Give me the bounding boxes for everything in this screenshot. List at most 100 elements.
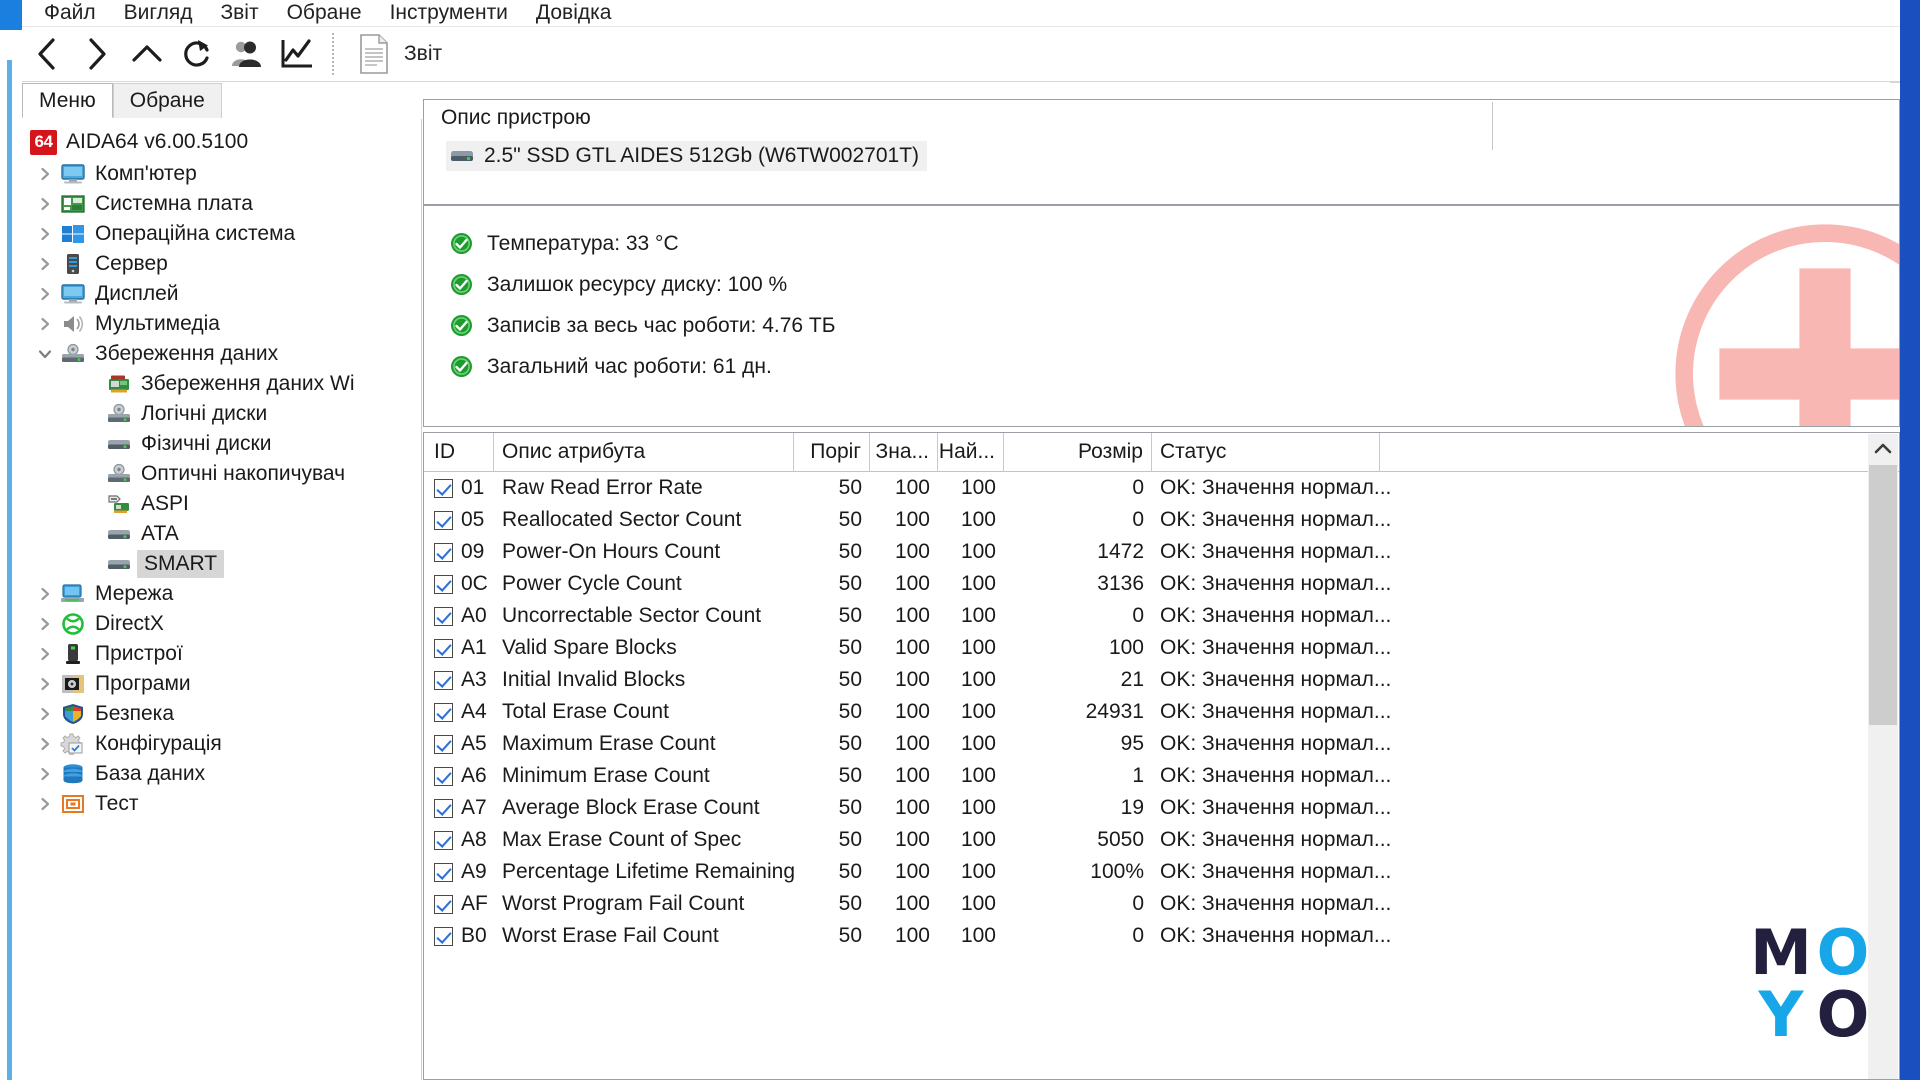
sidebar-item-label: Програми: [95, 672, 191, 695]
chevron-right-icon[interactable]: [32, 736, 58, 752]
table-row[interactable]: A0 Uncorrectable Sector Count 50 100 100 0 OK:…: [424, 600, 1899, 632]
menu-item-report[interactable]: Звіт: [206, 0, 272, 26]
sidebar-item-12[interactable]: ATA: [22, 519, 421, 549]
chevron-right-icon[interactable]: [32, 616, 58, 632]
row-checkbox[interactable]: [434, 670, 453, 690]
cell-description: Minimum Erase Count: [502, 764, 710, 787]
menu-item-favorites[interactable]: Обране: [273, 0, 376, 26]
chevron-right-icon[interactable]: [32, 796, 58, 812]
row-checkbox[interactable]: [434, 542, 453, 562]
row-checkbox[interactable]: [434, 702, 453, 722]
table-row[interactable]: 05 Reallocated Sector Count 50 100 100 0 OK: З…: [424, 504, 1899, 536]
back-icon[interactable]: [22, 29, 72, 79]
row-checkbox[interactable]: [434, 478, 453, 498]
chevron-right-icon[interactable]: [32, 766, 58, 782]
chevron-right-icon[interactable]: [32, 316, 58, 332]
aida64-badge-icon: 64: [30, 129, 57, 155]
sidebar-item-8[interactable]: Логічні диски: [22, 399, 421, 429]
tab-menu[interactable]: Меню: [22, 83, 113, 118]
table-row[interactable]: A3 Initial Invalid Blocks 50 100 100 21 OK: Зн…: [424, 664, 1899, 696]
column-header-id[interactable]: ID: [424, 433, 494, 472]
table-row[interactable]: 09 Power-On Hours Count 50 100 100 1472 OK: Зн…: [424, 536, 1899, 568]
sidebar-item-13[interactable]: SMART: [22, 549, 421, 579]
scroll-up-icon[interactable]: [1868, 434, 1898, 464]
row-checkbox[interactable]: [434, 638, 453, 658]
device-name: 2.5" SSD GTL AIDES 512Gb (W6TW002701T): [484, 144, 920, 167]
menu-item-file[interactable]: Файл: [22, 0, 110, 26]
sidebar-item-18[interactable]: Безпека: [22, 699, 421, 729]
chart-icon[interactable]: [272, 29, 322, 79]
chevron-down-icon[interactable]: [32, 346, 58, 362]
cell-status: OK: Значення нормал...: [1160, 476, 1392, 499]
device-list-item[interactable]: 2.5" SSD GTL AIDES 512Gb (W6TW002701T): [446, 141, 928, 171]
sidebar-item-6[interactable]: Збереження даних: [22, 339, 421, 369]
column-header-desc[interactable]: Опис атрибута: [494, 433, 794, 472]
table-row[interactable]: B0 Worst Erase Fail Count 50 100 100 0 OK: Зна…: [424, 920, 1899, 952]
table-row[interactable]: A8 Max Erase Count of Spec 50 100 100 5050 OK:…: [424, 824, 1899, 856]
sidebar-item-3[interactable]: Сервер: [22, 249, 421, 279]
table-row[interactable]: A6 Minimum Erase Count 50 100 100 1 OK: Значен…: [424, 760, 1899, 792]
chevron-right-icon[interactable]: [32, 646, 58, 662]
table-row[interactable]: A9 Percentage Lifetime Remaining 50 100 100 1…: [424, 856, 1899, 888]
row-checkbox[interactable]: [434, 606, 453, 626]
chevron-right-icon[interactable]: [32, 676, 58, 692]
sidebar-item-16[interactable]: Пристрої: [22, 639, 421, 669]
refresh-icon[interactable]: [172, 29, 222, 79]
row-checkbox[interactable]: [434, 734, 453, 754]
chevron-right-icon[interactable]: [32, 196, 58, 212]
sidebar-item-17[interactable]: Програми: [22, 669, 421, 699]
sidebar-tree[interactable]: 64 AIDA64 v6.00.5100 Комп'ютер Системна п…: [22, 119, 422, 1080]
sidebar-item-7[interactable]: Збереження даних Wi: [22, 369, 421, 399]
table-row[interactable]: AF Worst Program Fail Count 50 100 100 0 OK: З…: [424, 888, 1899, 920]
sidebar-item-21[interactable]: Тест: [22, 789, 421, 819]
column-header-status[interactable]: Статус: [1152, 433, 1380, 472]
menu-item-tools[interactable]: Інструменти: [376, 0, 522, 26]
forward-icon[interactable]: [72, 29, 122, 79]
table-row[interactable]: 01 Raw Read Error Rate 50 100 100 0 OK: Значен…: [424, 472, 1899, 504]
chevron-right-icon[interactable]: [32, 286, 58, 302]
chevron-right-icon[interactable]: [32, 226, 58, 242]
column-header-worst[interactable]: Най...: [938, 433, 1004, 472]
row-checkbox[interactable]: [434, 830, 453, 850]
sidebar-item-9[interactable]: Фізичні диски: [22, 429, 421, 459]
chevron-right-icon[interactable]: [32, 166, 58, 182]
sidebar-item-10[interactable]: Оптичні накопичувач: [22, 459, 421, 489]
sidebar-item-19[interactable]: Конфігурація: [22, 729, 421, 759]
tab-favorites[interactable]: Обране: [112, 83, 222, 118]
row-checkbox[interactable]: [434, 798, 453, 818]
row-checkbox[interactable]: [434, 574, 453, 594]
row-checkbox[interactable]: [434, 862, 453, 882]
scroll-thumb[interactable]: [1869, 465, 1897, 725]
menu-item-help[interactable]: Довідка: [522, 0, 626, 26]
table-row[interactable]: 0C Power Cycle Count 50 100 100 3136 OK: Значе…: [424, 568, 1899, 600]
column-header-value[interactable]: Зна...: [870, 433, 938, 472]
chevron-right-icon[interactable]: [32, 706, 58, 722]
tree-root-aida64[interactable]: 64 AIDA64 v6.00.5100: [22, 125, 421, 159]
row-checkbox[interactable]: [434, 766, 453, 786]
up-icon[interactable]: [122, 29, 172, 79]
column-header-size[interactable]: Розмір: [1004, 433, 1152, 472]
sidebar-item-4[interactable]: Дисплей: [22, 279, 421, 309]
sidebar-item-0[interactable]: Комп'ютер: [22, 159, 421, 189]
cell-threshold: 50: [838, 732, 862, 755]
row-checkbox[interactable]: [434, 510, 453, 530]
chevron-right-icon[interactable]: [32, 256, 58, 272]
column-header-threshold[interactable]: Поріг: [794, 433, 870, 472]
sidebar-item-20[interactable]: База даних: [22, 759, 421, 789]
sidebar-item-15[interactable]: DirectX: [22, 609, 421, 639]
sidebar-item-5[interactable]: Мультимедіа: [22, 309, 421, 339]
table-row[interactable]: A4 Total Erase Count 50 100 100 24931 OK: Знач…: [424, 696, 1899, 728]
report-button[interactable]: Звіт: [348, 29, 452, 79]
users-icon[interactable]: [222, 29, 272, 79]
sidebar-item-1[interactable]: Системна плата: [22, 189, 421, 219]
table-row[interactable]: A1 Valid Spare Blocks 50 100 100 100 OK: Значе…: [424, 632, 1899, 664]
row-checkbox[interactable]: [434, 926, 453, 946]
chevron-right-icon[interactable]: [32, 586, 58, 602]
table-row[interactable]: A5 Maximum Erase Count 50 100 100 95 OK: Значе…: [424, 728, 1899, 760]
table-row[interactable]: A7 Average Block Erase Count 50 100 100 19 OK:…: [424, 792, 1899, 824]
menu-item-view[interactable]: Вигляд: [110, 0, 207, 26]
sidebar-item-11[interactable]: ASPI: [22, 489, 421, 519]
sidebar-item-2[interactable]: Операційна система: [22, 219, 421, 249]
row-checkbox[interactable]: [434, 894, 453, 914]
sidebar-item-14[interactable]: Мережа: [22, 579, 421, 609]
